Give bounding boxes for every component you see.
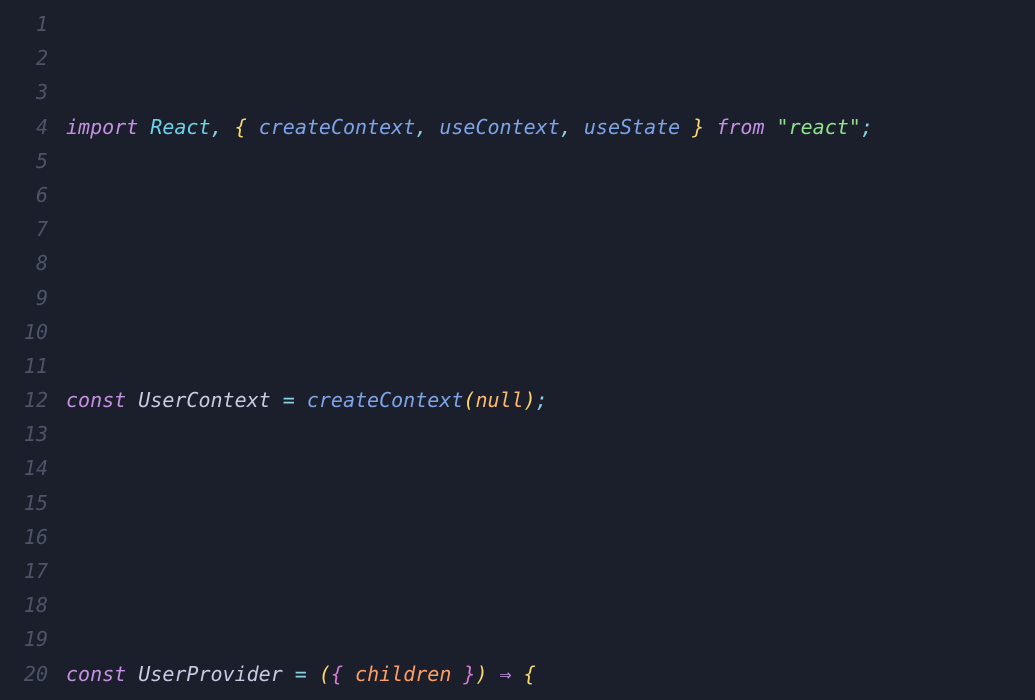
line-number: 19 bbox=[0, 622, 48, 656]
line-number: 17 bbox=[0, 554, 48, 588]
line-number: 9 bbox=[0, 281, 48, 315]
line-number: 18 bbox=[0, 588, 48, 622]
line-number: 16 bbox=[0, 520, 48, 554]
line-number: 5 bbox=[0, 144, 48, 178]
line-number: 2 bbox=[0, 41, 48, 75]
line-number: 12 bbox=[0, 383, 48, 417]
line-number: 1 bbox=[0, 7, 48, 41]
code-line[interactable] bbox=[66, 246, 1035, 280]
line-number: 11 bbox=[0, 349, 48, 383]
code-line[interactable]: import React, { createContext, useContex… bbox=[66, 110, 1035, 144]
line-number: 13 bbox=[0, 417, 48, 451]
line-number: 3 bbox=[0, 75, 48, 109]
line-number: 20 bbox=[0, 657, 48, 691]
line-number-gutter: 1 2 3 4 5 6 7 8 9 10 11 12 13 14 15 16 1… bbox=[0, 7, 62, 700]
line-number: 14 bbox=[0, 451, 48, 485]
code-line[interactable]: const UserContext = createContext(null); bbox=[66, 383, 1035, 417]
line-number: 15 bbox=[0, 486, 48, 520]
line-number: 7 bbox=[0, 212, 48, 246]
line-number: 8 bbox=[0, 246, 48, 280]
code-editor[interactable]: 1 2 3 4 5 6 7 8 9 10 11 12 13 14 15 16 1… bbox=[0, 0, 1035, 700]
line-number: 4 bbox=[0, 110, 48, 144]
code-line[interactable]: const UserProvider = ({ children }) ⇒ { bbox=[66, 657, 1035, 691]
code-area[interactable]: import React, { createContext, useContex… bbox=[62, 7, 1035, 700]
line-number: 10 bbox=[0, 315, 48, 349]
code-line[interactable] bbox=[66, 520, 1035, 554]
line-number: 6 bbox=[0, 178, 48, 212]
